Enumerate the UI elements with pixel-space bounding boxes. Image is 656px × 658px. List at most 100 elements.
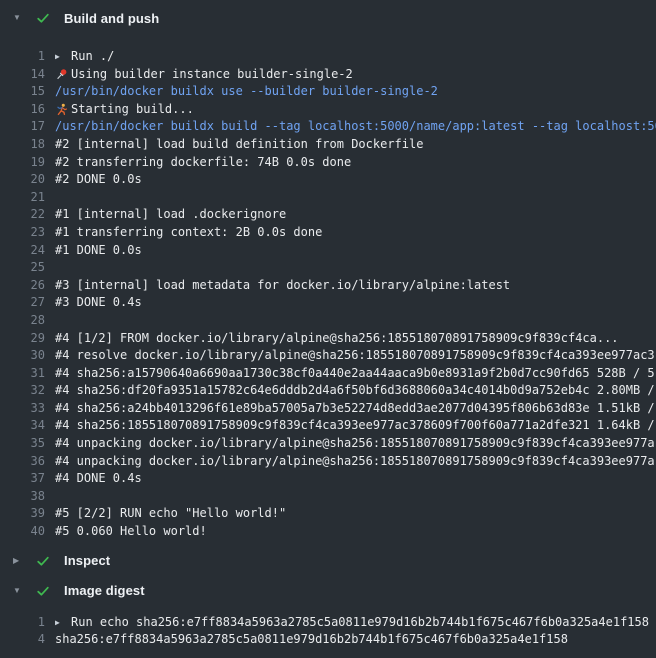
log-line: 33 #4 sha256:a24bb4013296f61e89ba57005a7b…: [0, 400, 656, 418]
section-title: Image digest: [64, 583, 145, 598]
line-number[interactable]: 40: [0, 523, 45, 541]
log-text: #4 sha256:a24bb4013296f61e89ba57005a7b3e…: [55, 400, 655, 418]
log-line: 24 #1 DONE 0.0s: [0, 242, 656, 260]
runner-icon: [55, 101, 71, 119]
log-text: Run echo sha256:e7ff8834a5963a2785c5a081…: [71, 614, 649, 632]
log-text: #1 [internal] load .dockerignore: [55, 206, 286, 224]
section-image-digest: ▼ Image digest 1 ▶Run echo sha256:e7ff883…: [0, 576, 656, 649]
line-number[interactable]: 1: [0, 48, 45, 66]
log-line: 38: [0, 488, 656, 506]
line-number[interactable]: 17: [0, 118, 45, 136]
section-build-and-push: ▼ Build and push 1 ▶Run ./ 14 Using builder…: [0, 0, 656, 541]
log-line: 17/usr/bin/docker buildx build --tag loc…: [0, 118, 656, 136]
log-line: 20#2 DONE 0.0s: [0, 171, 656, 189]
log-text: #1 DONE 0.0s: [55, 242, 142, 260]
log-line: 37 #4 DONE 0.4s: [0, 470, 656, 488]
log-line: 1 ▶Run ./: [0, 48, 656, 66]
line-number[interactable]: 21: [0, 189, 45, 207]
line-number[interactable]: 36: [0, 453, 45, 471]
chevron-down-icon[interactable]: ▼: [13, 587, 23, 595]
pushpin-icon: [55, 66, 71, 84]
log-text: Using builder instance builder-single-2: [71, 66, 353, 84]
line-number[interactable]: 32: [0, 382, 45, 400]
section-header-inspect[interactable]: ▶ Inspect: [0, 546, 656, 576]
log-text: #4 unpacking docker.io/library/alpine@sh…: [55, 453, 655, 471]
log-text: #5 [2/2] RUN echo "Hello world!": [55, 505, 286, 523]
line-number[interactable]: 34: [0, 417, 45, 435]
line-number[interactable]: 37: [0, 470, 45, 488]
line-number[interactable]: 35: [0, 435, 45, 453]
log-line: 4 sha256:e7ff8834a5963a2785c5a0811e979d16…: [0, 631, 656, 649]
log-line: 31#4 sha256:a15790640a6690aa1730c38cf0a4…: [0, 365, 656, 383]
log-line: 23 #1 transferring context: 2B 0.0s done: [0, 224, 656, 242]
line-number[interactable]: 24: [0, 242, 45, 260]
log-text: #5 0.060 Hello world!: [55, 523, 207, 541]
log-text: #3 DONE 0.4s: [55, 294, 142, 312]
log-line: 30 #4 resolve docker.io/library/alpine@sh…: [0, 347, 656, 365]
line-number[interactable]: 1: [0, 614, 45, 632]
check-success-icon: [36, 554, 50, 568]
line-number[interactable]: 26: [0, 277, 45, 295]
log-line: 36 #4 unpacking docker.io/library/alpine@…: [0, 453, 656, 471]
line-number[interactable]: 33: [0, 400, 45, 418]
section-inspect: ▶ Inspect: [0, 546, 656, 576]
actions-log-viewer: ▼ Build and push 1▶Run ./14Using builder…: [0, 0, 656, 658]
chevron-down-icon[interactable]: ▼: [13, 14, 23, 22]
play-expand-icon[interactable]: ▶: [55, 48, 71, 66]
log-text: #4 resolve docker.io/library/alpine@sha2…: [55, 347, 655, 365]
play-expand-icon[interactable]: ▶: [55, 614, 71, 632]
log-text: #4 sha256:df20fa9351a15782c64e6dddb2d4a6…: [55, 382, 655, 400]
line-number[interactable]: 16: [0, 101, 45, 119]
log-line: 26 #3 [internal] load metadata for docker…: [0, 277, 656, 295]
line-number[interactable]: 22: [0, 206, 45, 224]
log-line: 18 #2 [internal] load build definition fr…: [0, 136, 656, 154]
log-line: 1 ▶Run echo sha256:e7ff8834a5963a2785c5a0…: [0, 614, 656, 632]
line-number[interactable]: 4: [0, 631, 45, 649]
log-line: 22 #1 [internal] load .dockerignore: [0, 206, 656, 224]
line-number[interactable]: 23: [0, 224, 45, 242]
section-title: Inspect: [64, 553, 110, 568]
log-line: 28: [0, 312, 656, 330]
log-text-command: /usr/bin/docker buildx use --builder bui…: [55, 83, 438, 101]
line-number[interactable]: 14: [0, 66, 45, 84]
check-success-icon: [36, 11, 50, 25]
log-line: 39 #5 [2/2] RUN echo "Hello world!": [0, 505, 656, 523]
log-text-command: /usr/bin/docker buildx build --tag local…: [55, 118, 656, 136]
line-number[interactable]: 38: [0, 488, 45, 506]
line-number[interactable]: 18: [0, 136, 45, 154]
line-number[interactable]: 27: [0, 294, 45, 312]
log-lines: 1 ▶Run ./ 14 Using builder instance builder…: [0, 36, 656, 541]
line-number[interactable]: 19: [0, 154, 45, 172]
line-number[interactable]: 31: [0, 365, 45, 383]
line-number[interactable]: 15: [0, 83, 45, 101]
chevron-right-icon[interactable]: ▶: [13, 557, 23, 565]
log-line: 21: [0, 189, 656, 207]
log-text: #4 [1/2] FROM docker.io/library/alpine@s…: [55, 330, 619, 348]
log-line: 25: [0, 259, 656, 277]
log-text: #3 [internal] load metadata for docker.i…: [55, 277, 510, 295]
log-text: #2 [internal] load build definition from…: [55, 136, 423, 154]
log-text: sha256:e7ff8834a5963a2785c5a0811e979d16b…: [55, 631, 568, 649]
log-text: #1 transferring context: 2B 0.0s done: [55, 224, 322, 242]
log-line: 14 Using builder instance builder-single-…: [0, 66, 656, 84]
line-number[interactable]: 20: [0, 171, 45, 189]
line-number[interactable]: 29: [0, 330, 45, 348]
line-number[interactable]: 25: [0, 259, 45, 277]
log-line: 32 #4 sha256:df20fa9351a15782c64e6dddb2d4…: [0, 382, 656, 400]
log-text: #4 sha256:185518070891758909c9f839cf4ca3…: [55, 417, 655, 435]
section-title: Build and push: [64, 11, 159, 26]
section-header-build-and-push[interactable]: ▼ Build and push: [0, 0, 656, 36]
line-number[interactable]: 28: [0, 312, 45, 330]
log-text: Starting build...: [71, 101, 194, 119]
log-text: #4 DONE 0.4s: [55, 470, 142, 488]
log-line: 34 #4 sha256:185518070891758909c9f839cf4c…: [0, 417, 656, 435]
log-line: 19 #2 transferring dockerfile: 74B 0.0s d…: [0, 154, 656, 172]
log-line: 29 #4 [1/2] FROM docker.io/library/alpine…: [0, 330, 656, 348]
log-text: Run ./: [71, 48, 114, 66]
log-lines: 1 ▶Run echo sha256:e7ff8834a5963a2785c5a0…: [0, 606, 656, 649]
line-number[interactable]: 30: [0, 347, 45, 365]
line-number[interactable]: 39: [0, 505, 45, 523]
log-text: #2 transferring dockerfile: 74B 0.0s don…: [55, 154, 351, 172]
log-line: 35#4 unpacking docker.io/library/alpine@…: [0, 435, 656, 453]
section-header-image-digest[interactable]: ▼ Image digest: [0, 576, 656, 606]
